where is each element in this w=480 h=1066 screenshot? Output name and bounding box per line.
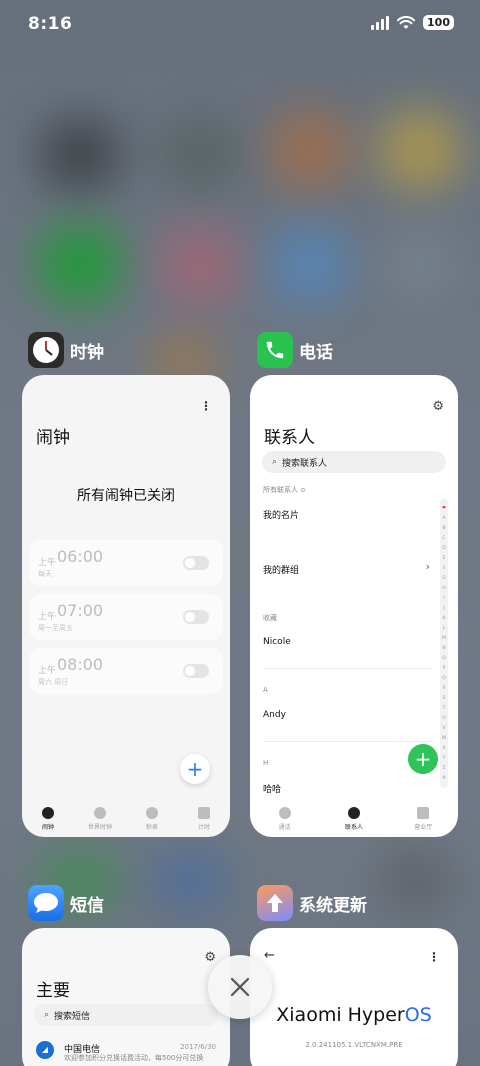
- sms-app-card[interactable]: ⚙ 主要 ⌕ 搜索短信 ◢ 中国电信 2017/6/30 欢迎参加积分兑换话费活…: [22, 928, 230, 1066]
- phone-app-card[interactable]: ⚙ 联系人 ⌕ 搜索联系人 所有联系人 ≎ 我的名片 我的群组 › 收藏 Nic…: [250, 375, 458, 837]
- alphabet-index[interactable]: ❤ A B C D E F G H I J K L M N O P Q R S …: [440, 498, 448, 788]
- alarm-repeat: 周一至周五: [38, 624, 73, 632]
- contacts-search-input[interactable]: ⌕ 搜索联系人: [262, 451, 446, 473]
- tab-label: 计时: [197, 824, 210, 831]
- app-header-phone[interactable]: 电话: [257, 332, 333, 368]
- alarm-time: 08:00: [57, 655, 104, 674]
- app-name-update: 系统更新: [299, 895, 367, 916]
- close-all-apps-button[interactable]: [208, 955, 272, 1019]
- tab-alarm[interactable]: 闹钟: [23, 807, 73, 831]
- tab-label: 闹钟: [41, 824, 54, 831]
- alarm-time: 07:00: [57, 601, 104, 620]
- system-update-app-icon: [257, 885, 293, 921]
- tab-store[interactable]: 营业厅: [398, 807, 448, 831]
- my-groups-row[interactable]: 我的群组: [263, 563, 299, 576]
- section-header: A: [263, 686, 268, 694]
- app-header-update[interactable]: 系统更新: [257, 885, 367, 921]
- phone-tab-bar: 通话 联系人 营业厅: [250, 807, 458, 831]
- app-header-clock[interactable]: 时钟: [28, 332, 104, 368]
- alarm-icon: [42, 807, 54, 819]
- os-version: 2.0.241105.1.VLTCNXM.PRE: [305, 1041, 403, 1049]
- section-header: H: [263, 759, 269, 767]
- hyperos-brand: Xiaomi HyperOS: [276, 1004, 432, 1026]
- search-icon: ⌕: [272, 457, 278, 467]
- contact-row[interactable]: Nicole: [263, 637, 291, 647]
- battery-indicator: 100: [423, 15, 454, 30]
- tab-label: 营业厅: [414, 824, 433, 831]
- search-icon: ⌕: [44, 1010, 50, 1020]
- stopwatch-icon: [146, 807, 158, 819]
- alarm-item[interactable]: 上午 07:00 周一至周五: [29, 594, 223, 640]
- close-icon: [230, 977, 250, 997]
- tab-stopwatch[interactable]: 秒表: [127, 807, 177, 831]
- contact-row[interactable]: Andy: [263, 710, 286, 720]
- alarm-period: 上午: [38, 612, 57, 622]
- system-update-app-card[interactable]: ← ⋮ Xiaomi HyperOS 2.0.241105.1.VLTCNXM.…: [250, 928, 458, 1066]
- search-placeholder: 搜索联系人: [282, 458, 328, 469]
- contacts-filter[interactable]: 所有联系人 ≎: [263, 485, 306, 495]
- alarm-item[interactable]: 上午 06:00 每天: [29, 540, 223, 586]
- tab-label: 秒表: [145, 824, 158, 831]
- sms-screen-title: 主要: [36, 981, 70, 1001]
- gear-icon[interactable]: ⚙: [204, 950, 216, 965]
- message-preview: 欢迎参加积分兑换话费活动，每500分可兑换: [64, 1054, 204, 1062]
- app-name-phone: 电话: [299, 342, 333, 363]
- app-name-clock: 时钟: [70, 342, 104, 363]
- status-bar: 8:16 100: [0, 0, 480, 50]
- status-icons: 100: [371, 15, 454, 30]
- sms-search-input[interactable]: ⌕ 搜索短信: [34, 1004, 218, 1026]
- world-clock-icon: [94, 807, 106, 819]
- tab-label: 联系人: [344, 824, 363, 831]
- tab-label: 世界时钟: [87, 824, 112, 831]
- tab-calls[interactable]: 通话: [260, 807, 310, 831]
- tab-timer[interactable]: 计时: [179, 807, 229, 831]
- message-date: 2017/6/30: [180, 1043, 216, 1051]
- gear-icon[interactable]: ⚙: [432, 399, 444, 414]
- alarm-toggle[interactable]: [183, 664, 209, 678]
- favorites-header: 收藏: [263, 614, 277, 622]
- alarm-time: 06:00: [57, 547, 104, 566]
- timer-icon: [198, 807, 210, 819]
- sender-avatar: ◢: [36, 1041, 54, 1059]
- alarm-item[interactable]: 上午 08:00 周六 周日: [29, 648, 223, 694]
- alarm-period: 上午: [38, 666, 57, 676]
- messages-app-icon: [28, 885, 64, 921]
- search-placeholder: 搜索短信: [54, 1011, 91, 1022]
- alarm-toggle[interactable]: [183, 610, 209, 624]
- more-options-icon[interactable]: ⋮: [428, 950, 440, 964]
- clock-app-icon: [28, 332, 64, 368]
- call-icon: [278, 807, 291, 819]
- store-icon: [417, 807, 430, 819]
- alarm-repeat: 周六 周日: [38, 678, 69, 686]
- contacts-icon: [347, 807, 360, 819]
- app-header-sms[interactable]: 短信: [28, 885, 104, 921]
- wifi-icon: [397, 15, 416, 29]
- status-time: 8:16: [28, 14, 73, 34]
- app-name-sms: 短信: [70, 895, 104, 916]
- contact-row[interactable]: 哈哈: [263, 782, 281, 795]
- alarm-repeat: 每天: [38, 570, 52, 578]
- more-options-icon[interactable]: ⋮: [200, 399, 212, 413]
- back-arrow-icon[interactable]: ←: [264, 948, 275, 963]
- tab-contacts[interactable]: 联系人: [329, 807, 379, 831]
- divider: [263, 741, 433, 742]
- clock-app-card[interactable]: ⋮ 闹钟 所有闹钟已关闭 上午 06:00 每天 上午 07:00 周一至周五 …: [22, 375, 230, 837]
- my-card-row[interactable]: 我的名片: [263, 508, 299, 521]
- clock-tab-bar: 闹钟 世界时钟 秒表 计时: [22, 807, 230, 831]
- add-contact-button[interactable]: +: [408, 744, 438, 774]
- divider: [263, 668, 433, 669]
- clock-screen-title: 闹钟: [36, 428, 70, 448]
- tab-world-clock[interactable]: 世界时钟: [75, 807, 125, 831]
- phone-app-icon: [257, 332, 293, 368]
- tab-label: 通话: [278, 824, 291, 831]
- alarm-period: 上午: [38, 558, 57, 568]
- chevron-right-icon: ›: [425, 560, 430, 573]
- contacts-screen-title: 联系人: [264, 428, 315, 448]
- alarm-toggle[interactable]: [183, 556, 209, 570]
- signal-icon: [371, 15, 390, 30]
- alarms-all-off-message: 所有闹钟已关闭: [77, 488, 175, 504]
- add-alarm-button[interactable]: +: [180, 754, 210, 784]
